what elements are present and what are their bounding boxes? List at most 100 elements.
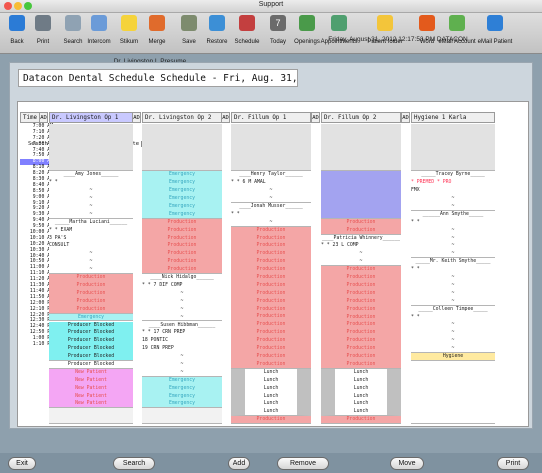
appointment-block[interactable]: Production xyxy=(231,416,311,425)
back-arrow-icon xyxy=(9,15,25,31)
toolbar-patient-folder-button[interactable]: Patient folder xyxy=(367,13,403,53)
appointment-line: Production xyxy=(256,338,286,344)
appointment-block[interactable]: Production Production Production Production… xyxy=(321,266,401,369)
appointment-block[interactable]: _____Mr. Keith Smythe_____ * * ~ ~ ~ ~ xyxy=(411,258,495,306)
appointment-block[interactable]: Production xyxy=(321,416,401,425)
appointment-block[interactable] xyxy=(321,124,401,172)
restore-icon xyxy=(209,15,225,31)
appointment-line: Production xyxy=(346,282,376,288)
appointment-block[interactable] xyxy=(142,408,222,425)
appointment-block[interactable] xyxy=(49,124,133,172)
appointment-line: Production xyxy=(256,227,286,233)
appointment-block[interactable]: ____Jonah Musser______ * * ~ xyxy=(231,203,311,227)
appointment-block[interactable]: ______Ann Smythe_____ * * ~ ~ ~ ~ xyxy=(411,210,495,259)
appointment-block[interactable]: New Patient New Patient New Patient New Pat… xyxy=(49,368,133,409)
toolbar-today-button[interactable]: 7 Today xyxy=(263,13,293,53)
appointment-line: Production xyxy=(256,282,286,288)
toolbar-merge-button[interactable]: Merge xyxy=(142,13,172,53)
appointment-block[interactable] xyxy=(142,124,222,172)
appointment-block[interactable]: _____Tracey Byrne_____ * PREMED * PRO FMX ~… xyxy=(411,171,495,211)
column-header[interactable]: Dr. Livingston Op 2 xyxy=(142,112,222,123)
appointment-line: ~ xyxy=(269,188,273,194)
appointment-block[interactable] xyxy=(411,361,495,425)
footer-print-button[interactable]: Print xyxy=(497,457,529,470)
appointment-block[interactable] xyxy=(321,171,401,219)
green-arrow-icon xyxy=(449,15,465,31)
column-header[interactable]: Dr. Livingston Op 1 xyxy=(49,112,133,123)
toolbar-restore-button[interactable]: Restore xyxy=(202,13,232,53)
appointment-line: ~ xyxy=(451,298,455,304)
today-calendar-icon: 7 xyxy=(270,15,286,31)
toolbar-save-button[interactable]: Save xyxy=(174,13,204,53)
appointment-block[interactable]: Emergency Emergency Emergency Emergency xyxy=(142,376,222,409)
toolbar-openings-button[interactable]: Openings xyxy=(292,13,322,53)
appointment-block[interactable]: Emergency Emergency Emergency Emergency Emer… xyxy=(142,171,222,219)
appointment-block[interactable]: Production Production xyxy=(321,218,401,235)
appointment-block[interactable] xyxy=(49,408,133,425)
footer-search-button[interactable]: Search xyxy=(113,457,155,470)
appointment-line xyxy=(321,171,401,179)
appointment-line xyxy=(321,179,401,187)
appointment-block[interactable]: ____Nick Hidalgo______ * * 7 DIF COMP ~ ~ ~ ~ xyxy=(142,274,222,322)
schedule-column: _____Tracey Byrne_____ * PREMED * PRO FMX ~… xyxy=(411,124,495,426)
appointment-line: Production xyxy=(346,306,376,312)
footer-remove-button[interactable]: Remove xyxy=(277,457,329,470)
wrench-icon xyxy=(181,15,197,31)
appointment-block[interactable]: _____Colleen Timpee_____ * * ~ ~ ~ ~ xyxy=(411,305,495,354)
column-header[interactable]: Dr. Fillum Op 2 xyxy=(321,112,401,123)
toolbar-email-account-button[interactable]: eMail Account xyxy=(438,13,476,53)
appointment-line: FMX xyxy=(411,188,420,194)
appointment-line: Production xyxy=(76,290,106,296)
footer-add-button[interactable]: Add xyxy=(228,457,250,470)
appointment-ad-marker: AD xyxy=(132,112,141,123)
appointment-block[interactable]: Producer Blocked Producer Blocked Producer… xyxy=(49,321,133,361)
appointment-line: _____Colleen Timpee_____ xyxy=(418,306,488,312)
appointment-block[interactable]: ____Patricia Whinnery______ * * 23 L COMP… xyxy=(321,234,401,267)
appointment-block[interactable]: Producer Blocked xyxy=(49,361,133,369)
appointment-line: Production xyxy=(346,298,376,304)
appointment-line: Production xyxy=(256,322,286,328)
appointment-block[interactable]: Emergency xyxy=(49,313,133,322)
toolbar-intercom-button[interactable]: Intercom xyxy=(84,13,114,53)
toolbar-appointments-button[interactable]: Appointments xyxy=(321,13,357,53)
appointment-block[interactable] xyxy=(411,124,495,172)
appointment-block[interactable]: ____Henry Taylor______ * * 6 M AMAL ~ ~ xyxy=(231,171,311,203)
toolbar: Friday, August 31, 2012 12:17:53 PM DATA… xyxy=(0,13,542,65)
appointment-line: Producer Blocked xyxy=(67,322,115,328)
appointment-line: Production xyxy=(167,259,197,265)
toolbar-email-patient-button[interactable]: eMail Patient xyxy=(478,13,512,53)
appointment-block[interactable]: Hygiene xyxy=(411,353,495,361)
footer-move-button[interactable]: Move xyxy=(390,457,424,470)
column-header[interactable]: Hygiene 1 Karla xyxy=(411,112,495,123)
appointment-line: * * 7 DIF COMP xyxy=(142,282,183,288)
appointment-block[interactable]: Lunch Lunch Lunch Lunch Lunch Lunch xyxy=(231,368,311,417)
schedule-panel: Datacon Dental Schedule Schedule - Fri, … xyxy=(9,62,533,429)
toolbar-word-button[interactable]: Word xyxy=(412,13,442,53)
toolbar-print-button[interactable]: Print xyxy=(28,13,58,53)
toolbar-stikum-button[interactable]: Stikum xyxy=(114,13,144,53)
appointment-line: Production xyxy=(256,243,286,249)
appointment-line: Lunch xyxy=(263,401,279,407)
appointment-block[interactable]: _____Martha Luciani______ * * EXAM 3 PA'S C… xyxy=(49,218,133,275)
toolbar-schedule-button[interactable]: Schedule xyxy=(232,13,262,53)
appointment-block[interactable]: Production Production Production Production… xyxy=(49,274,133,314)
appointment-line: ~ xyxy=(451,330,455,336)
footer-exit-button[interactable]: Exit xyxy=(8,457,36,470)
appointment-block[interactable]: Lunch Lunch Lunch Lunch Lunch Lunch xyxy=(321,368,401,417)
appointment-block[interactable]: ____Susen Hibbman______ * * 17 CRN PREP 18… xyxy=(142,321,222,377)
appointment-block[interactable]: ____Amy Jones______ * * ~ ~ ~ ~ xyxy=(49,171,133,219)
appointment-line: ~ xyxy=(269,219,273,225)
column-header[interactable]: Dr. Fillum Op 1 xyxy=(231,112,311,123)
appointment-block[interactable]: Production Production Production Production… xyxy=(142,218,222,275)
appointment-line: ~ xyxy=(451,290,455,296)
appointment-line: 19 CRN PREP xyxy=(142,346,174,352)
appointment-block[interactable]: Production Production Production Production… xyxy=(231,226,311,369)
appointment-block[interactable] xyxy=(231,124,311,172)
appointment-ad-marker: AD xyxy=(221,112,230,123)
appointment-line: ~ xyxy=(451,338,455,344)
appointment-line: Production xyxy=(346,417,376,423)
appointment-line: ~ xyxy=(180,290,184,296)
appointment-line: Production xyxy=(76,282,106,288)
appointment-line: * * EXAM xyxy=(49,227,73,233)
appointments-icon xyxy=(331,15,347,31)
